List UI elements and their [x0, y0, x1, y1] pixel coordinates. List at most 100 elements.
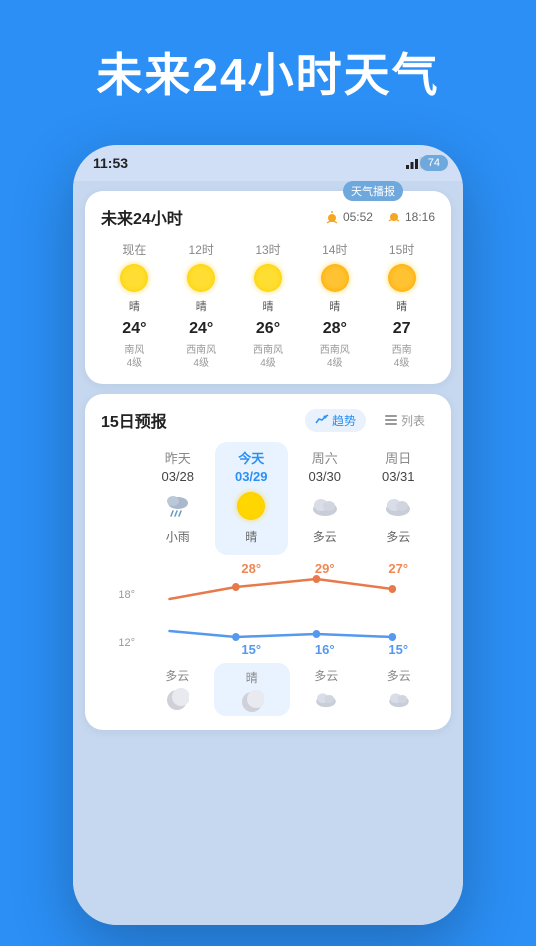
- sunset-value: 18:16: [405, 210, 435, 224]
- day-date: 03/29: [235, 469, 268, 484]
- temp-value: 24°: [122, 320, 146, 338]
- night-cloud-icon: [313, 688, 339, 710]
- low-temp-row: 15° 16° 15°: [141, 642, 435, 657]
- night-col-sat: 多云: [290, 663, 363, 716]
- temp-value: 28°: [323, 320, 347, 338]
- day-condition: 小雨: [166, 528, 190, 545]
- temp-value: 24°: [189, 320, 213, 338]
- high-temp-sun: 27°: [362, 561, 436, 576]
- hours-row: 现在 晴 24° 南风4级 12时 晴 24° 西南风4级 13时: [101, 241, 435, 370]
- hour-item: 13时 晴 26° 西南风4级: [235, 241, 302, 370]
- day-condition: 多云: [313, 528, 337, 545]
- day-date: 03/30: [308, 469, 341, 484]
- 24hr-card: 未来24小时 05:52: [85, 191, 451, 384]
- moon-icon: [165, 688, 189, 712]
- weather-icon-rain: [162, 490, 194, 522]
- low-temp-today: 15°: [215, 642, 289, 657]
- temp-value: 26°: [256, 320, 280, 338]
- night-condition: 多云: [165, 667, 189, 684]
- sunrise-time: 05:52: [325, 210, 373, 224]
- list-label: 列表: [401, 412, 425, 429]
- page-title: 未来24小时天气: [0, 48, 536, 103]
- night-col-today: 晴: [214, 663, 291, 716]
- sun-times: 05:52 18:16: [325, 210, 435, 224]
- low-temp-sat: 16°: [288, 642, 362, 657]
- list-icon: [384, 413, 398, 427]
- day-col-saturday: 周六 03/30 多云: [288, 442, 362, 555]
- sun-icon: [388, 264, 416, 292]
- wind-info: 西南4级: [392, 344, 412, 370]
- day-date: 03/31: [382, 469, 415, 484]
- forecast-toggle: 趋势 列表: [305, 409, 435, 432]
- hour-item: 14时 晴 28° 西南风4级: [301, 241, 368, 370]
- sunset-icon: [387, 210, 401, 224]
- night-col-yesterday: 多云: [141, 663, 214, 716]
- weather-alert-badge: 天气播报: [343, 181, 403, 201]
- forecast-title: 15日预报: [101, 408, 167, 432]
- weather-icon-cloud: [309, 490, 341, 522]
- weather-condition: 晴: [129, 298, 140, 314]
- day-name: 今天: [238, 448, 264, 467]
- weather-condition: 晴: [262, 298, 273, 314]
- weather-icon-cloud: [382, 490, 414, 522]
- rain-svg-icon: [162, 490, 194, 522]
- axis-low: 12°: [118, 637, 135, 649]
- phone-content: 未来24小时 05:52: [73, 181, 463, 925]
- sunrise-value: 05:52: [343, 210, 373, 224]
- day-name: 周日: [385, 448, 411, 467]
- axis-high: 18°: [118, 589, 135, 601]
- hour-item: 现在 晴 24° 南风4级: [101, 241, 168, 370]
- day-col-sunday: 周日 03/31 多云: [362, 442, 436, 555]
- night-condition: 晴: [246, 669, 258, 686]
- low-temp-sun: 15°: [362, 642, 436, 657]
- hour-label: 现在: [122, 241, 146, 258]
- wind-info: 南风4级: [124, 344, 144, 370]
- night-condition: 多云: [314, 667, 338, 684]
- day-condition: 多云: [386, 528, 410, 545]
- weather-condition: 晴: [196, 298, 207, 314]
- hour-label: 15时: [389, 241, 414, 258]
- list-toggle-button[interactable]: 列表: [374, 409, 435, 432]
- sun-icon: [254, 264, 282, 292]
- trend-toggle-button[interactable]: 趋势: [305, 409, 366, 432]
- chart-axis: 18° 12°: [101, 559, 141, 659]
- night-col-sun: 多云: [363, 663, 436, 716]
- sun-round-icon: [237, 492, 265, 520]
- day-name: 昨天: [165, 448, 191, 467]
- hour-label: 12时: [189, 241, 214, 258]
- wind-info: 西南风4级: [186, 344, 216, 370]
- high-temp-row: 28° 29° 27°: [141, 561, 435, 576]
- battery-badge: 74: [420, 155, 448, 171]
- hour-label: 13时: [255, 241, 280, 258]
- cloud-svg-icon: [309, 493, 341, 519]
- sunrise-icon: [325, 210, 339, 224]
- temp-value: 27: [393, 320, 411, 338]
- weather-condition: 晴: [329, 298, 340, 314]
- wind-info: 西南风4级: [253, 344, 283, 370]
- sun-icon: [187, 264, 215, 292]
- night-condition: 多云: [387, 667, 411, 684]
- day-col-today: 今天 03/29 晴: [215, 442, 289, 555]
- hour-label: 14时: [322, 241, 347, 258]
- temperature-chart: 28° 29° 27°: [141, 559, 435, 659]
- day-col-yesterday: 昨天 03/28 小雨: [141, 442, 215, 555]
- trend-label: 趋势: [332, 412, 356, 429]
- phone-mockup: 11:53 天气播报 74 未来24小时: [73, 145, 463, 925]
- weather-icon-sun: [235, 490, 267, 522]
- moon-icon: [240, 690, 264, 714]
- sun-icon: [120, 264, 148, 292]
- sun-icon: [321, 264, 349, 292]
- high-temp-sat: 29°: [288, 561, 362, 576]
- sunset-time: 18:16: [387, 210, 435, 224]
- trend-icon: [315, 413, 329, 427]
- day-condition: 晴: [245, 528, 257, 545]
- cloud-svg-icon: [382, 493, 414, 519]
- hour-item: 15时 晴 27 西南4级: [368, 241, 435, 370]
- night-cloud-icon: [386, 688, 412, 710]
- forecast-header: 15日预报 趋势: [101, 408, 435, 432]
- weather-condition: 晴: [396, 298, 407, 314]
- high-temp-today: 28°: [215, 561, 289, 576]
- wind-info: 西南风4级: [320, 344, 350, 370]
- hour-item: 12时 晴 24° 西南风4级: [168, 241, 235, 370]
- day-name: 周六: [312, 448, 338, 467]
